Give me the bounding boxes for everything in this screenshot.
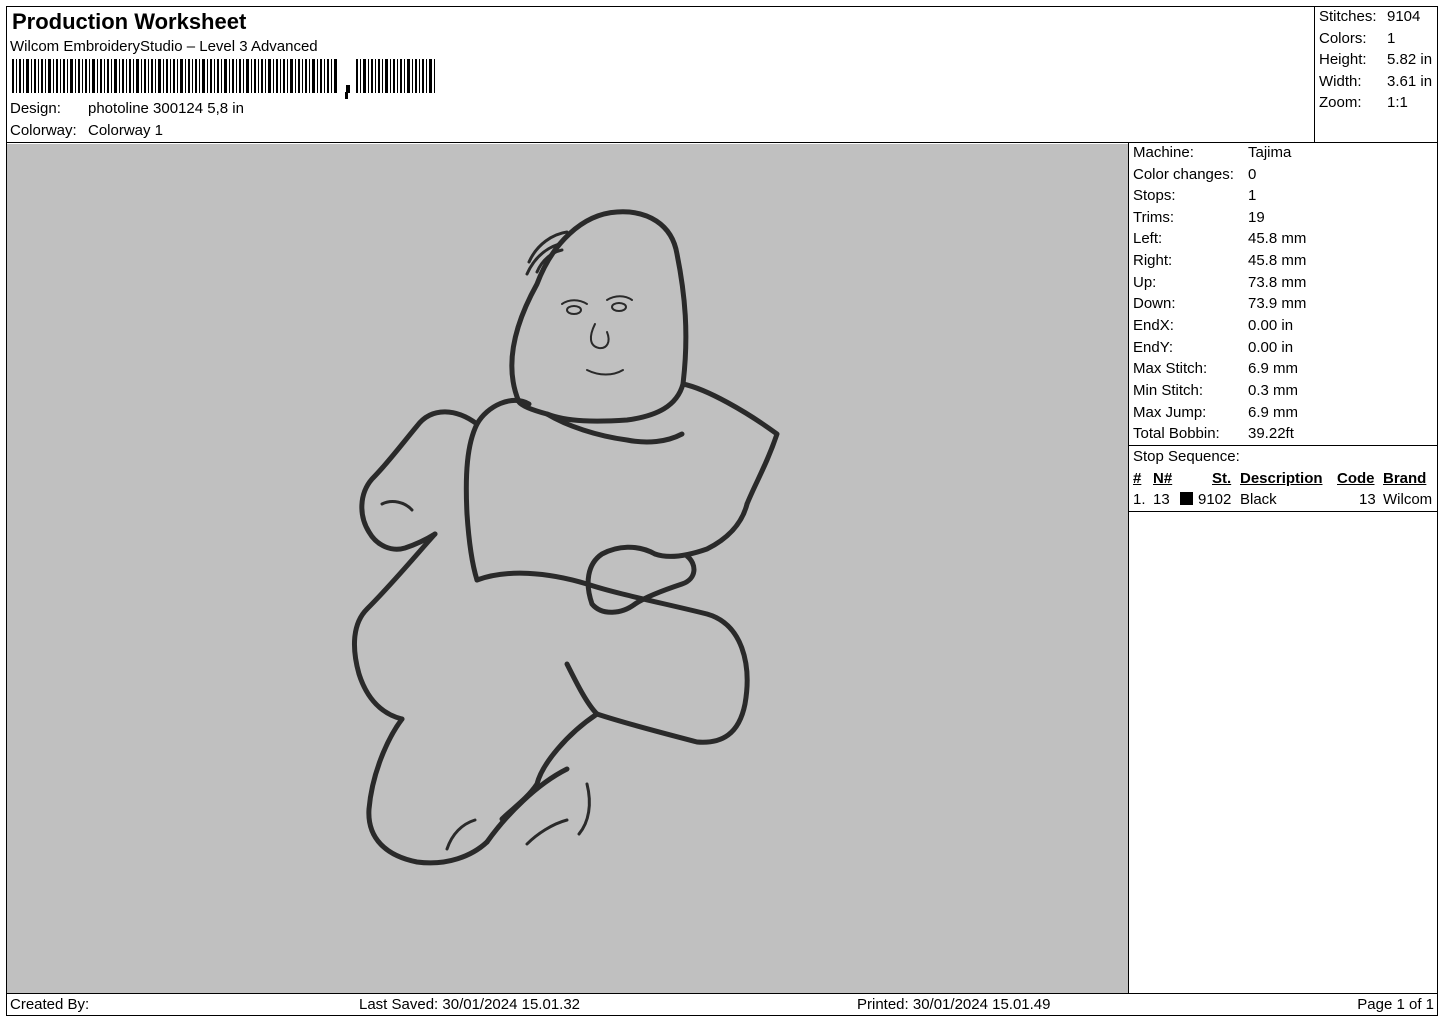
col-num-header: # [1133, 470, 1142, 487]
design-preview [7, 144, 1128, 993]
stop-sequence-title: Stop Sequence: [1133, 448, 1240, 465]
width-value: 3.61 in [1387, 73, 1433, 90]
height-label: Height: [1319, 51, 1367, 68]
col-needle-header: N# [1153, 470, 1173, 487]
colorway-label: Colorway: [10, 122, 77, 139]
row-needle: 13 [1153, 491, 1170, 508]
barcode-image [12, 59, 435, 99]
stops-label: Stops: [1133, 187, 1176, 204]
row-code: 13 [1359, 491, 1376, 508]
left-value: 45.8 mm [1248, 230, 1307, 247]
left-label: Left: [1133, 230, 1163, 247]
zoom-label: Zoom: [1319, 94, 1362, 111]
stitches-label: Stitches: [1319, 8, 1377, 25]
col-description-header: Description [1240, 470, 1323, 487]
design-value: photoline 300124 5,8 in [88, 100, 244, 117]
down-label: Down: [1133, 295, 1176, 312]
row-stitches: 9102 [1198, 491, 1232, 508]
trims-value: 19 [1248, 209, 1265, 226]
endx-value: 0.00 in [1248, 317, 1294, 334]
zoom-value: 1:1 [1387, 94, 1408, 111]
created-by: Created By: [10, 996, 90, 1013]
min-stitch-value: 0.3 mm [1248, 382, 1299, 399]
stitches-value: 9104 [1387, 8, 1421, 25]
max-stitch-label: Max Stitch: [1133, 360, 1208, 377]
last-saved: Last Saved: 30/01/2024 15.01.32 [359, 996, 581, 1013]
width-label: Width: [1319, 73, 1362, 90]
embroidery-outline-image [352, 209, 780, 866]
colorway-row: Colorway: Colorway 1 [10, 122, 163, 139]
max-jump-label: Max Jump: [1133, 404, 1207, 421]
max-jump-value: 6.9 mm [1248, 404, 1299, 421]
color-swatch [1180, 492, 1193, 505]
endy-label: EndY: [1133, 339, 1174, 356]
colors-value: 1 [1387, 30, 1396, 47]
right-label: Right: [1133, 252, 1173, 269]
row-num: 1. [1133, 491, 1146, 508]
endy-value: 0.00 in [1248, 339, 1294, 356]
page-title: Production Worksheet [12, 9, 247, 34]
worksheet-header: Production Worksheet Wilcom EmbroiderySt… [6, 6, 1315, 143]
machine-panel: Machine: Tajima Color changes: 0 Stops: 1 T… [1128, 143, 1438, 994]
down-value: 73.9 mm [1248, 295, 1307, 312]
divider [1129, 511, 1438, 512]
col-code-header: Code [1337, 470, 1375, 487]
min-stitch-label: Min Stitch: [1133, 382, 1204, 399]
total-bobbin-value: 39.22ft [1248, 425, 1294, 442]
col-brand-header: Brand [1383, 470, 1427, 487]
machine-label: Machine: [1133, 144, 1194, 161]
divider [1129, 445, 1438, 446]
max-stitch-value: 6.9 mm [1248, 360, 1299, 377]
machine-value: Tajima [1248, 144, 1292, 161]
software-name: Wilcom EmbroideryStudio – Level 3 Advanc… [10, 38, 318, 55]
height-value: 5.82 in [1387, 51, 1433, 68]
up-value: 73.8 mm [1248, 274, 1307, 291]
row-description: Black [1240, 491, 1277, 508]
design-label: Design: [10, 100, 61, 117]
trims-label: Trims: [1133, 209, 1175, 226]
endx-label: EndX: [1133, 317, 1174, 334]
worksheet-footer: Created By: Last Saved: 30/01/2024 15.01… [6, 993, 1438, 1016]
color-changes-label: Color changes: [1133, 166, 1234, 183]
colorway-value: Colorway 1 [88, 122, 164, 139]
color-changes-value: 0 [1248, 166, 1257, 183]
total-bobbin-label: Total Bobbin: [1133, 425, 1220, 442]
stops-value: 1 [1248, 187, 1257, 204]
design-summary: Stitches: 9104 Colors: 1 Height: 5.82 in Wi… [1315, 6, 1438, 143]
col-stitches-header: St. [1212, 470, 1232, 487]
printed-date: Printed: 30/01/2024 15.01.49 [857, 996, 1051, 1013]
design-row: Design: photoline 300124 5,8 in [10, 100, 244, 117]
row-brand: Wilcom [1383, 491, 1433, 508]
colors-label: Colors: [1319, 30, 1367, 47]
right-value: 45.8 mm [1248, 252, 1307, 269]
page-number: Page 1 of 1 [1357, 996, 1434, 1013]
up-label: Up: [1133, 274, 1157, 291]
